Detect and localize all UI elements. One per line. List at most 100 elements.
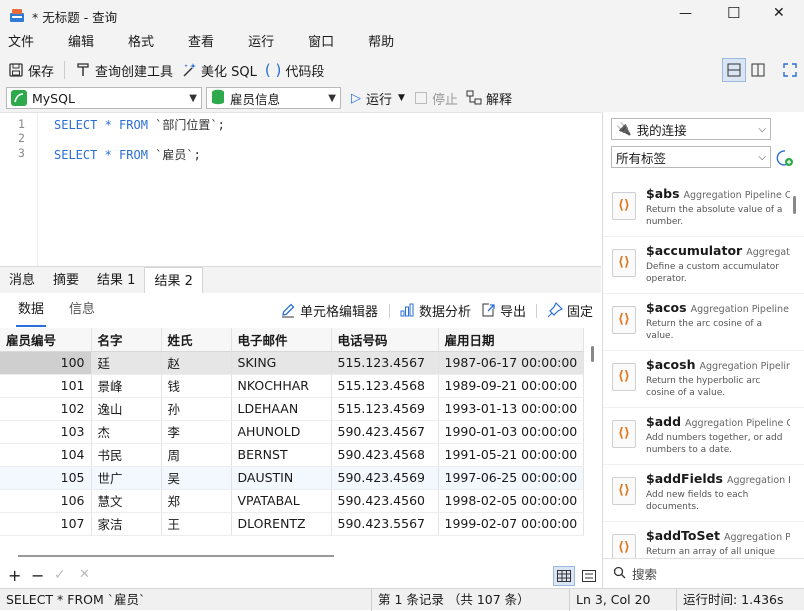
table-row[interactable]: 106 慧文郑 VPATABAL 590.423.4560 1998-02-05 00:… <box>0 489 585 513</box>
column-header[interactable]: 雇用日期 <box>438 328 585 352</box>
table-cell[interactable]: LDEHAAN <box>231 397 332 421</box>
table-cell[interactable]: 书民 <box>91 443 162 467</box>
table-cell[interactable]: 孙 <box>161 397 232 421</box>
table-cell[interactable]: 100 <box>0 351 92 375</box>
list-item[interactable]: ⟨⟩ $accumulatorAggregation Pipeline Opera… <box>603 237 804 294</box>
table-cell[interactable]: 1989-09-21 00:00:00 <box>438 374 585 398</box>
connection-select[interactable]: MySQL ▼ <box>6 87 202 109</box>
query-builder-button[interactable]: 查询创建工具 <box>71 58 177 82</box>
table-cell[interactable]: 李 <box>161 420 232 444</box>
table-cell[interactable]: 家洁 <box>91 512 162 536</box>
column-header[interactable]: 雇员编号 <box>0 328 92 352</box>
menu-file[interactable]: 文件 <box>0 30 42 56</box>
table-cell[interactable]: 107 <box>0 512 92 536</box>
table-cell[interactable]: 515.123.4569 <box>331 397 439 421</box>
code-snippet-button[interactable]: ( ) 代码段 <box>261 58 329 82</box>
snippet-search[interactable]: 搜索 <box>603 558 804 588</box>
save-button[interactable]: 保存 <box>4 58 58 82</box>
table-cell[interactable]: 王 <box>161 512 232 536</box>
table-cell[interactable]: DLORENTZ <box>231 512 332 536</box>
tab-summary[interactable]: 摘要 <box>44 267 88 294</box>
table-cell[interactable]: 廷 <box>91 351 162 375</box>
pin-button[interactable]: 固定 <box>543 298 597 322</box>
list-item[interactable]: ⟨⟩ $absAggregation Pipeline Operator Retur… <box>603 180 804 237</box>
list-item[interactable]: ⟨⟩ $addAggregation Pipeline Operator Add n… <box>603 408 804 465</box>
menu-edit[interactable]: 编辑 <box>60 30 102 56</box>
table-cell[interactable]: 590.423.5567 <box>331 512 439 536</box>
list-item[interactable]: ⟨⟩ $addFieldsAggregation Pipeline Stage Ad… <box>603 465 804 522</box>
connection-filter-select[interactable]: 🔌 我的连接 ⌵ <box>611 118 771 140</box>
export-button[interactable]: 导出 <box>476 298 530 322</box>
table-cell[interactable]: 104 <box>0 443 92 467</box>
column-header[interactable]: 电话号码 <box>331 328 439 352</box>
table-cell[interactable]: 吴 <box>161 466 232 490</box>
data-analysis-button[interactable]: 数据分析 <box>395 298 475 322</box>
snippet-scrollbar[interactable] <box>793 196 796 214</box>
table-cell[interactable]: 郑 <box>161 489 232 513</box>
run-button[interactable]: ▷ 运行 ▼ <box>347 86 409 110</box>
vertical-scrollbar[interactable] <box>591 346 594 362</box>
table-cell[interactable]: 1987-06-17 00:00:00 <box>438 351 585 375</box>
apply-changes-button[interactable]: ✓ <box>54 567 66 583</box>
table-cell[interactable]: 515.123.4568 <box>331 374 439 398</box>
list-item[interactable]: ⟨⟩ $addToSetAggregation Pipeline Operator… <box>603 522 804 558</box>
column-header[interactable]: 名字 <box>91 328 162 352</box>
table-cell[interactable]: 1998-02-05 00:00:00 <box>438 489 585 513</box>
table-cell[interactable]: 慧文 <box>91 489 162 513</box>
menu-format[interactable]: 格式 <box>120 30 162 56</box>
table-cell[interactable]: 钱 <box>161 374 232 398</box>
tab-result-1[interactable]: 结果 1 <box>88 267 144 294</box>
table-cell[interactable]: 590.423.4567 <box>331 420 439 444</box>
minimize-button[interactable]: — <box>679 6 692 21</box>
table-row[interactable]: 100 廷赵 SKING 515.123.4567 1987-06-17 00:00:0… <box>0 351 585 375</box>
table-cell[interactable]: 世广 <box>91 466 162 490</box>
split-vertical-icon[interactable] <box>746 58 770 82</box>
table-cell[interactable]: 515.123.4567 <box>331 351 439 375</box>
menu-view[interactable]: 查看 <box>180 30 222 56</box>
tag-filter-select[interactable]: 所有标签 ⌵ <box>611 146 771 168</box>
add-tag-icon[interactable] <box>776 149 794 167</box>
table-cell[interactable]: 周 <box>161 443 232 467</box>
result-grid[interactable]: 雇员编号 名字 姓氏 电子邮件 电话号码 雇用日期 100 廷赵 SKING 515.… <box>0 328 601 542</box>
table-cell[interactable]: 590.423.4568 <box>331 443 439 467</box>
tab-messages[interactable]: 消息 <box>0 267 44 294</box>
discard-changes-button[interactable]: ✕ <box>79 567 90 582</box>
form-view-icon[interactable] <box>578 566 600 586</box>
close-button[interactable]: ✕ <box>773 5 785 21</box>
tab-result-2[interactable]: 结果 2 <box>144 266 203 294</box>
table-cell[interactable]: 1990-01-03 00:00:00 <box>438 420 585 444</box>
horizontal-scrollbar[interactable] <box>18 555 334 557</box>
fullscreen-icon[interactable] <box>778 58 802 82</box>
table-cell[interactable]: 102 <box>0 397 92 421</box>
table-cell[interactable]: 逸山 <box>91 397 162 421</box>
table-row[interactable]: 103 杰李 AHUNOLD 590.423.4567 1990-01-03 00:00… <box>0 420 585 444</box>
sql-editor[interactable]: 1 2 3 SELECT * FROM `部门位置`; SELECT * FRO… <box>0 112 601 267</box>
table-cell[interactable]: 1991-05-21 00:00:00 <box>438 443 585 467</box>
table-cell[interactable]: BERNST <box>231 443 332 467</box>
table-cell[interactable]: DAUSTIN <box>231 466 332 490</box>
run-dropdown-icon[interactable]: ▼ <box>398 93 405 103</box>
tab-data[interactable]: 数据 <box>16 293 47 327</box>
search-input[interactable]: 搜索 <box>632 564 657 583</box>
maximize-button[interactable]: ☐ <box>727 4 740 22</box>
table-cell[interactable]: 590.423.4569 <box>331 466 439 490</box>
table-row[interactable]: 104 书民周 BERNST 590.423.4568 1991-05-21 00:00… <box>0 443 585 467</box>
delete-record-button[interactable]: − <box>31 566 44 585</box>
table-cell[interactable]: 106 <box>0 489 92 513</box>
explain-button[interactable]: 解释 <box>462 86 516 110</box>
table-cell[interactable]: 590.423.4560 <box>331 489 439 513</box>
table-cell[interactable]: SKING <box>231 351 332 375</box>
column-header[interactable]: 姓氏 <box>161 328 232 352</box>
table-cell[interactable]: 1999-02-07 00:00:00 <box>438 512 585 536</box>
table-cell[interactable]: 杰 <box>91 420 162 444</box>
table-cell[interactable]: NKOCHHAR <box>231 374 332 398</box>
menu-help[interactable]: 帮助 <box>360 30 402 56</box>
table-cell[interactable]: AHUNOLD <box>231 420 332 444</box>
table-cell[interactable]: VPATABAL <box>231 489 332 513</box>
menu-window[interactable]: 窗口 <box>300 30 342 56</box>
table-row[interactable]: 107 家洁王 DLORENTZ 590.423.5567 1999-02-07 00:… <box>0 512 585 536</box>
table-cell[interactable]: 景峰 <box>91 374 162 398</box>
menu-run[interactable]: 运行 <box>240 30 282 56</box>
table-cell[interactable]: 105 <box>0 466 92 490</box>
grid-view-icon[interactable] <box>553 566 575 586</box>
